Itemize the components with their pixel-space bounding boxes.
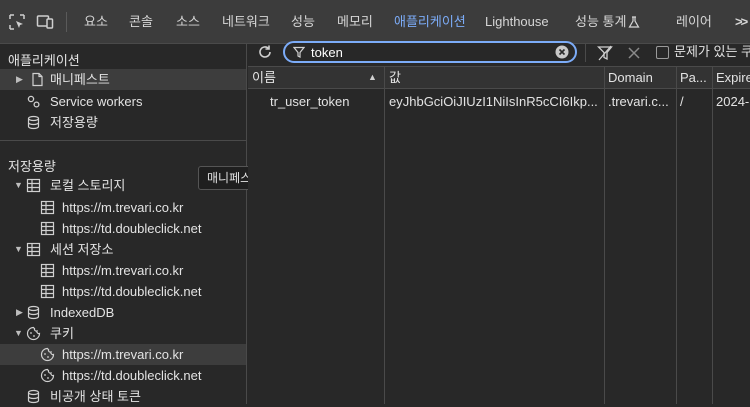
- sidebar-item-cookie-origin[interactable]: https://m.trevari.co.kr: [0, 344, 246, 365]
- flask-icon: [628, 16, 640, 28]
- cookie-icon: [40, 368, 55, 383]
- only-issues-checkbox[interactable]: [656, 46, 669, 59]
- sidebar-item-cookie-origin[interactable]: https://td.doubleclick.net: [0, 365, 246, 386]
- column-divider: [604, 67, 605, 404]
- collapse-arrow-icon: ▼: [14, 328, 23, 338]
- cookie-domain-cell: .trevari.c...: [608, 94, 669, 109]
- grid-table-icon: [40, 263, 55, 278]
- filter-icon: [293, 46, 305, 58]
- filter-input[interactable]: [311, 44, 551, 60]
- application-section-title: 애플리케이션: [8, 53, 80, 68]
- sidebar-item-session-storage-origin[interactable]: https://m.trevari.co.kr: [0, 260, 246, 281]
- cookie-expires-cell: 2024-...: [716, 94, 750, 109]
- cookie-icon: [26, 326, 41, 341]
- only-issues-label: 문제가 있는 쿠키: [674, 44, 750, 59]
- sidebar-item-label: https://m.trevari.co.kr: [62, 263, 184, 278]
- grid-table-icon: [40, 284, 55, 299]
- tab-elements[interactable]: 요소: [84, 0, 108, 44]
- sidebar-item-session-storage-origin[interactable]: https://td.doubleclick.net: [0, 281, 246, 302]
- sidebar-item-service-workers[interactable]: Service workers: [0, 91, 246, 112]
- database-icon: [27, 115, 40, 130]
- column-divider: [712, 67, 713, 404]
- cookies-table-header: 이름 ▲ 값 Domain Pa... Expire: [248, 67, 750, 89]
- sidebar-item-label: 로컬 스토리지: [50, 178, 126, 193]
- sidebar-item-label: Service workers: [50, 94, 143, 109]
- database-icon: [27, 305, 40, 320]
- tab-network[interactable]: 네트워크: [222, 0, 270, 44]
- grid-table-icon: [40, 200, 55, 215]
- expand-arrow-icon: ▶: [16, 74, 23, 84]
- sidebar-item-label: https://m.trevari.co.kr: [62, 347, 184, 362]
- sidebar-item-label: https://m.trevari.co.kr: [62, 200, 184, 215]
- sidebar-item-label: https://td.doubleclick.net: [62, 284, 202, 299]
- refresh-icon[interactable]: [257, 44, 273, 60]
- grid-table-icon: [40, 221, 55, 236]
- storage-section-title: 저장용량: [8, 159, 56, 174]
- cookie-value-cell: eyJhbGciOiJIUzI1NiIsInR5cCI6Ikp...: [389, 94, 598, 109]
- tab-lighthouse[interactable]: Lighthouse: [485, 0, 549, 44]
- column-header-name[interactable]: 이름 ▲: [252, 67, 382, 88]
- inspect-element-icon[interactable]: [8, 13, 26, 31]
- sidebar-item-label: IndexedDB: [50, 305, 115, 320]
- sidebar-item-label: https://td.doubleclick.net: [62, 221, 202, 236]
- column-header-path[interactable]: Pa...: [680, 67, 710, 88]
- document-icon: [32, 72, 43, 87]
- sidebar-divider: [0, 140, 246, 141]
- column-header-expires[interactable]: Expire: [716, 67, 750, 88]
- cookie-icon: [40, 347, 55, 362]
- toolbar-separator: [585, 44, 586, 62]
- sidebar-item-label: https://td.doubleclick.net: [62, 368, 202, 383]
- sidebar-item-indexeddb[interactable]: ▶ IndexedDB: [0, 302, 246, 323]
- tab-performance[interactable]: 성능: [291, 0, 315, 44]
- column-divider: [676, 67, 677, 404]
- sort-ascending-icon: ▲: [368, 72, 377, 82]
- sidebar-item-label: 쿠키: [50, 326, 74, 341]
- sidebar-item-manifest[interactable]: ▶ 매니페스트: [0, 69, 246, 90]
- column-divider: [384, 67, 385, 404]
- devtools-tab-bar: 요소 콘솔 소스 네트워크 성능 메모리 애플리케이션 Lighthouse 성…: [0, 0, 750, 44]
- column-header-domain[interactable]: Domain: [608, 67, 674, 88]
- sidebar-item-local-storage-origin[interactable]: https://m.trevari.co.kr: [0, 197, 246, 218]
- expand-arrow-icon: ▶: [16, 307, 23, 317]
- application-sidebar: 애플리케이션 ▶ 매니페스트 Service workers 저장용량 저장용량…: [0, 44, 247, 404]
- sidebar-item-local-storage-origin[interactable]: https://td.doubleclick.net: [0, 218, 246, 239]
- device-toolbar-icon[interactable]: [36, 13, 54, 31]
- tab-performance-insights-label: 성능 통계: [575, 14, 627, 29]
- grid-table-icon: [26, 178, 41, 193]
- sidebar-item-session-storage[interactable]: ▼ 세션 저장소: [0, 239, 246, 260]
- tab-layers[interactable]: 레이어: [676, 0, 712, 44]
- toolbar-separator: [66, 12, 67, 32]
- column-header-label: 이름: [252, 70, 276, 85]
- sidebar-item-label: 세션 저장소: [50, 242, 114, 257]
- close-icon[interactable]: [628, 47, 640, 59]
- tab-sources[interactable]: 소스: [176, 0, 200, 44]
- tab-application[interactable]: 애플리케이션: [384, 0, 476, 44]
- grid-table-icon: [26, 242, 41, 257]
- column-header-value[interactable]: 값: [389, 67, 599, 88]
- collapse-arrow-icon: ▼: [14, 244, 23, 254]
- tab-performance-insights[interactable]: 성능 통계: [575, 0, 640, 44]
- database-icon: [27, 389, 40, 404]
- cookies-panel: 문제가 있는 쿠키 이름 ▲ 값 Domain Pa... Expire tr_…: [248, 41, 750, 404]
- clear-filtered-cookies-icon[interactable]: [597, 45, 613, 61]
- sidebar-item-cookies[interactable]: ▼ 쿠키: [0, 323, 246, 344]
- cookies-toolbar: 문제가 있는 쿠키: [248, 41, 750, 67]
- sidebar-item-label: 저장용량: [50, 115, 98, 130]
- clear-input-icon[interactable]: [555, 45, 569, 59]
- more-tabs-button[interactable]: >>: [735, 0, 748, 44]
- sidebar-item-label: 매니페스트: [50, 72, 110, 87]
- gears-icon: [27, 95, 40, 108]
- cookie-path-cell: /: [680, 94, 684, 109]
- cookie-name-cell: tr_user_token: [270, 94, 350, 109]
- sidebar-item-storage[interactable]: 저장용량: [0, 112, 246, 133]
- tab-memory[interactable]: 메모리: [337, 0, 373, 44]
- tab-console[interactable]: 콘솔: [129, 0, 153, 44]
- collapse-arrow-icon: ▼: [14, 180, 23, 190]
- filter-field[interactable]: [283, 41, 577, 63]
